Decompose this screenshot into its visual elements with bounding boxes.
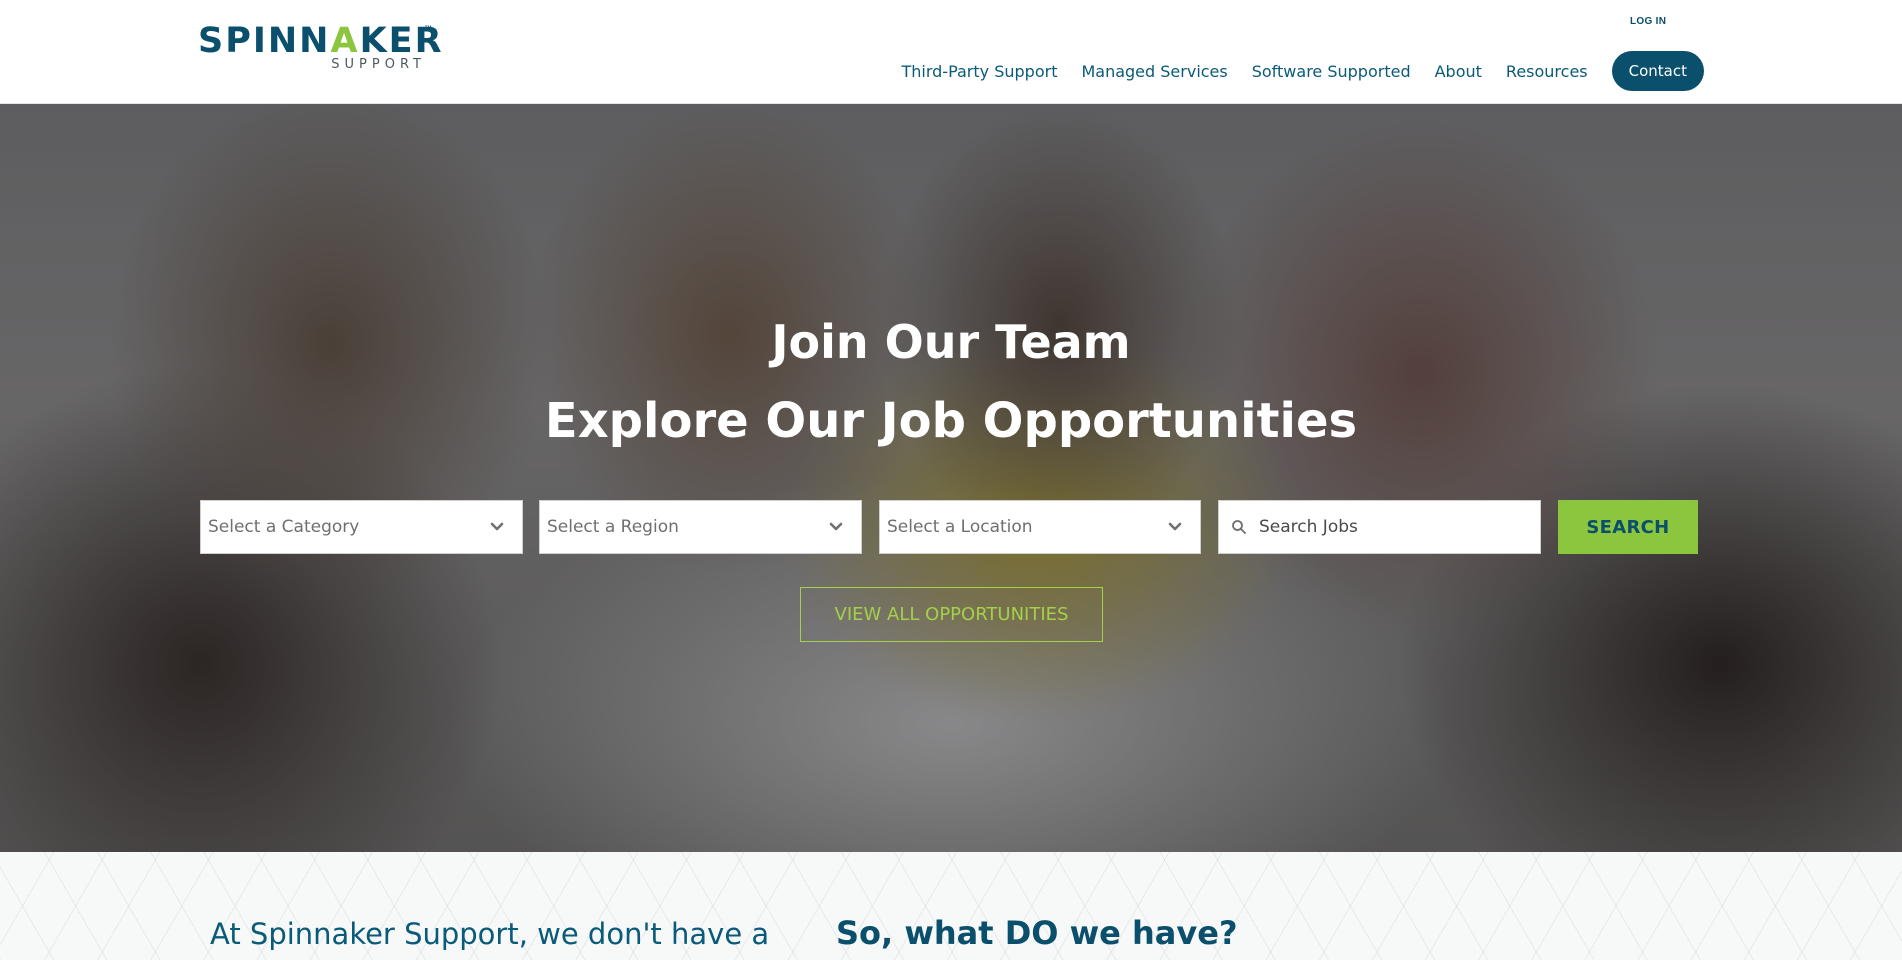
region-select-value: Select a Region [547, 517, 679, 537]
spinnaker-logo[interactable]: SPINNAKER ™ SUPPORT [198, 22, 442, 72]
job-search-input[interactable] [1259, 501, 1529, 553]
site-header: SPINNAKER ™ SUPPORT LOG IN Third-Party S… [0, 0, 1902, 104]
hero-section: Join Our Team Explore Our Job Opportunit… [0, 104, 1902, 852]
location-select[interactable]: Select a Location [879, 500, 1201, 554]
contact-button[interactable]: Contact [1611, 51, 1704, 91]
hero-subtitle: Explore Our Job Opportunities [544, 393, 1358, 449]
intro-heading: So, what DO we have? [836, 914, 1238, 952]
chevron-down-icon [490, 522, 504, 531]
logo-subtext: SUPPORT [331, 57, 426, 72]
view-all-opportunities-button[interactable]: VIEW ALL OPPORTUNITIES [800, 587, 1103, 642]
intro-text: At Spinnaker Support, we don't have a [210, 917, 770, 951]
hero-title: Join Our Team [771, 315, 1131, 369]
nav-managed-services[interactable]: Managed Services [1081, 62, 1227, 81]
logo-trademark: ™ [424, 24, 432, 33]
region-select[interactable]: Select a Region [539, 500, 862, 554]
chevron-down-icon [829, 522, 843, 531]
intro-section: At Spinnaker Support, we don't have a So… [0, 852, 1902, 960]
main-nav: Third-Party Support Managed Services Sof… [901, 51, 1704, 91]
category-select[interactable]: Select a Category [200, 500, 523, 554]
nav-software-supported[interactable]: Software Supported [1252, 62, 1411, 81]
login-link[interactable]: LOG IN [1630, 16, 1666, 27]
nav-resources[interactable]: Resources [1506, 62, 1588, 81]
logo-wordmark: SPINNAKER [198, 21, 444, 61]
nav-third-party-support[interactable]: Third-Party Support [901, 62, 1057, 81]
chevron-down-icon [1168, 522, 1182, 531]
category-select-value: Select a Category [208, 517, 360, 537]
search-icon [1232, 520, 1246, 534]
job-search-field [1218, 500, 1541, 554]
location-select-value: Select a Location [887, 517, 1033, 537]
nav-about[interactable]: About [1435, 62, 1482, 81]
search-button[interactable]: SEARCH [1558, 500, 1698, 554]
